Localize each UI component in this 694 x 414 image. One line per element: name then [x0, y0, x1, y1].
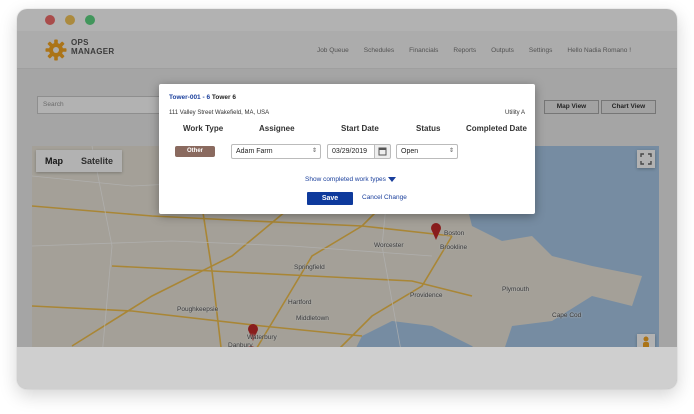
column-header-status: Status [416, 124, 441, 133]
column-header-start-date: Start Date [341, 124, 379, 133]
select-caret-icon: ⇕ [448, 148, 454, 154]
column-header-completed-date: Completed Date [466, 124, 527, 133]
tower-address: 111 Valley Street Wakefield, MA, USA [169, 110, 270, 116]
footer-band [17, 347, 677, 389]
start-date-input[interactable]: 03/29/2019 [327, 144, 375, 159]
show-completed-label: Show completed work types [305, 176, 386, 183]
status-select[interactable]: Open ⇕ [396, 144, 458, 159]
calendar-button[interactable] [374, 144, 391, 159]
status-value: Open [401, 148, 419, 155]
column-header-work-type: Work Type [183, 124, 224, 133]
caret-down-icon [387, 176, 396, 182]
assignee-select[interactable]: Adam Farm ⇕ [231, 144, 321, 159]
app-window: OPS MANAGER Job Queue Schedules Financia… [17, 9, 677, 389]
cancel-change-link[interactable]: Cancel Change [362, 194, 407, 201]
edit-work-type-modal: Tower-001 - 6 Tower 6 111 Valley Street … [159, 84, 535, 214]
assignee-value: Adam Farm [236, 148, 273, 155]
tower-link[interactable]: Tower-001 - 6 [169, 94, 210, 101]
modal-title: Tower-001 - 6 Tower 6 [169, 94, 236, 101]
utility-label: Utility A [504, 110, 525, 116]
show-completed-toggle[interactable]: Show completed work types [305, 176, 396, 183]
column-header-assignee: Assignee [259, 124, 295, 133]
work-type-badge: Other [175, 146, 215, 157]
tower-name: Tower 6 [211, 94, 236, 101]
save-button[interactable]: Save [307, 192, 353, 205]
calendar-icon [378, 147, 387, 156]
select-caret-icon: ⇕ [311, 148, 317, 154]
